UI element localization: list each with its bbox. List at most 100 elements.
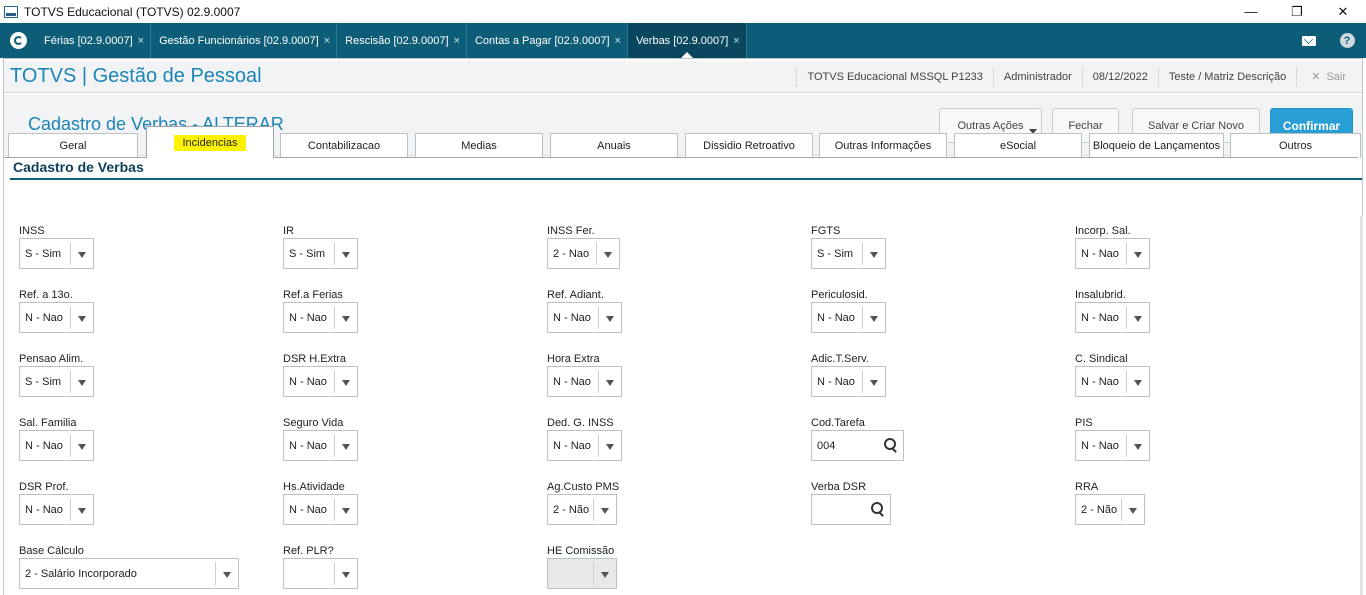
chevron-down-icon [334,434,357,457]
app-window-icon [4,5,18,18]
search-icon[interactable] [871,502,884,516]
tab-bloqueio-lancamentos[interactable]: Bloqueio de Lançamentos [1089,133,1224,158]
app-tab-label: Verbas [02.9.0007] [635,34,729,47]
he-comissao-select [547,558,617,589]
ref-ferias-label: Ref.a Ferias [283,289,343,301]
pensao-alim-label: Pensao Alim. [19,353,84,365]
user-info[interactable]: Administrador [992,66,1082,87]
insalubrid-select[interactable]: N - Nao [1075,302,1150,333]
pensao-alim-select[interactable]: S - Sim [19,366,94,397]
chevron-down-icon [598,306,621,329]
chevron-down-icon [1126,370,1149,393]
tab-esocial[interactable]: eSocial [954,133,1082,158]
fgts-select[interactable]: S - Sim [811,238,886,269]
ir-select[interactable]: S - Sim [283,238,358,269]
ag-custo-pms-label: Ag.Custo PMS [547,481,620,493]
hs-atividade-label: Hs.Atividade [283,481,345,493]
hora-extra-value: N - Nao [553,376,591,388]
inss-select[interactable]: S - Sim [19,238,94,269]
date-info[interactable]: 08/12/2022 [1081,66,1158,87]
app-tab-strip: Férias [02.9.0007] × Gestão Funcionários … [0,23,1366,58]
sal-familia-select[interactable]: N - Nao [19,430,94,461]
tab-medias[interactable]: Medias [415,133,543,158]
app-brand: TOTVS | Gestão de Pessoal [10,65,262,87]
hs-atividade-select[interactable]: N - Nao [283,494,358,525]
chevron-down-icon [334,498,357,521]
app-tab-rescisao[interactable]: Rescisão [02.9.0007] × [337,23,467,58]
ir-value: S - Sim [289,248,326,260]
c-sindical-select[interactable]: N - Nao [1075,366,1150,397]
exit-button[interactable]: ✕ Sair [1296,66,1362,87]
tab-geral[interactable]: Geral [8,133,138,158]
hs-atividade-value: N - Nao [289,504,327,516]
app-tab-label: Gestão Funcionários [02.9.0007] [159,34,319,47]
dsr-hextra-select[interactable]: N - Nao [283,366,358,397]
periculosid-select[interactable]: N - Nao [811,302,886,333]
tab-close-icon[interactable]: × [454,35,460,47]
base-calculo-label: Base Cálculo [19,545,84,557]
messages-button[interactable] [1290,23,1328,58]
seguro-vida-select[interactable]: N - Nao [283,430,358,461]
chevron-down-icon [70,370,93,393]
ded-g-inss-value: N - Nao [553,440,591,452]
content-scrollbar[interactable] [1360,216,1363,595]
verba-dsr-lookup[interactable] [811,494,891,525]
help-icon: ? [1339,33,1355,48]
ref-adiant-select[interactable]: N - Nao [547,302,622,333]
section-title: Cadastro de Verbas [13,159,144,175]
ref-ferias-select[interactable]: N - Nao [283,302,358,333]
app-tab-contas-a-pagar[interactable]: Contas a Pagar [02.9.0007] × [467,23,628,58]
app-tab-ferias[interactable]: Férias [02.9.0007] × [36,23,152,58]
dsr-prof-value: N - Nao [25,504,63,516]
hora-extra-select[interactable]: N - Nao [547,366,622,397]
ded-g-inss-select[interactable]: N - Nao [547,430,622,461]
search-icon[interactable] [884,438,897,452]
ref-plr-select[interactable] [283,558,358,589]
app-tab-gestao-funcionarios[interactable]: Gestão Funcionários [02.9.0007] × [151,23,338,58]
minimize-icon[interactable]: — [1228,0,1274,23]
ref-13o-select[interactable]: N - Nao [19,302,94,333]
verba-dsr-label: Verba DSR [811,481,867,493]
ir-label: IR [283,225,294,237]
incorp-sal-select[interactable]: N - Nao [1075,238,1150,269]
chevron-down-icon [1121,498,1144,521]
tab-outras-informacoes[interactable]: Outras Informações [819,133,947,158]
base-calculo-select[interactable]: 2 - Salário Incorporado [19,558,239,589]
help-button[interactable]: ? [1328,23,1366,58]
tab-close-icon[interactable]: × [324,35,330,47]
branch-info[interactable]: Teste / Matriz Descrição [1157,66,1296,87]
home-button[interactable] [0,23,36,58]
periculosid-label: Periculosid. [811,289,868,301]
tab-close-icon[interactable]: × [615,35,621,47]
inss-fer-select[interactable]: 2 - Nao [547,238,620,269]
tab-close-icon[interactable]: × [138,35,144,47]
restore-icon[interactable]: ❐ [1274,0,1320,23]
close-window-icon[interactable]: ✕ [1320,0,1366,23]
adic-tserv-select[interactable]: N - Nao [811,366,886,397]
ag-custo-pms-select[interactable]: 2 - Não [547,494,617,525]
tab-contabilizacao[interactable]: Contabilizacao [280,133,408,158]
sal-familia-value: N - Nao [25,440,63,452]
base-calculo-value: 2 - Salário Incorporado [25,568,137,580]
rra-select[interactable]: 2 - Não [1075,494,1145,525]
dsr-prof-label: DSR Prof. [19,481,69,493]
tab-close-icon[interactable]: × [733,35,739,47]
dsr-prof-select[interactable]: N - Nao [19,494,94,525]
pis-select[interactable]: N - Nao [1075,430,1150,461]
c-sindical-label: C. Sindical [1075,353,1128,365]
chevron-down-icon [1126,306,1149,329]
pensao-alim-value: S - Sim [25,376,62,388]
tab-incidencias[interactable]: Incidencias [146,126,274,158]
tab-dissidio-retroativo[interactable]: Dissidio Retroativo [685,133,813,158]
tab-anuais[interactable]: Anuais [550,133,678,158]
app-header: TOTVS | Gestão de Pessoal TOTVS Educacio… [4,61,1362,93]
cod-tarefa-lookup[interactable]: 004 [811,430,904,461]
mail-icon [1302,35,1316,46]
chevron-down-icon [593,498,616,521]
database-info[interactable]: TOTVS Educacional MSSQL P1233 [796,66,992,87]
tab-outros[interactable]: Outros [1230,133,1361,158]
app-tab-verbas[interactable]: Verbas [02.9.0007] × [627,23,747,58]
seguro-vida-label: Seguro Vida [283,417,344,429]
insalubrid-value: N - Nao [1081,312,1119,324]
tab-incidencias-label: Incidencias [174,134,246,151]
